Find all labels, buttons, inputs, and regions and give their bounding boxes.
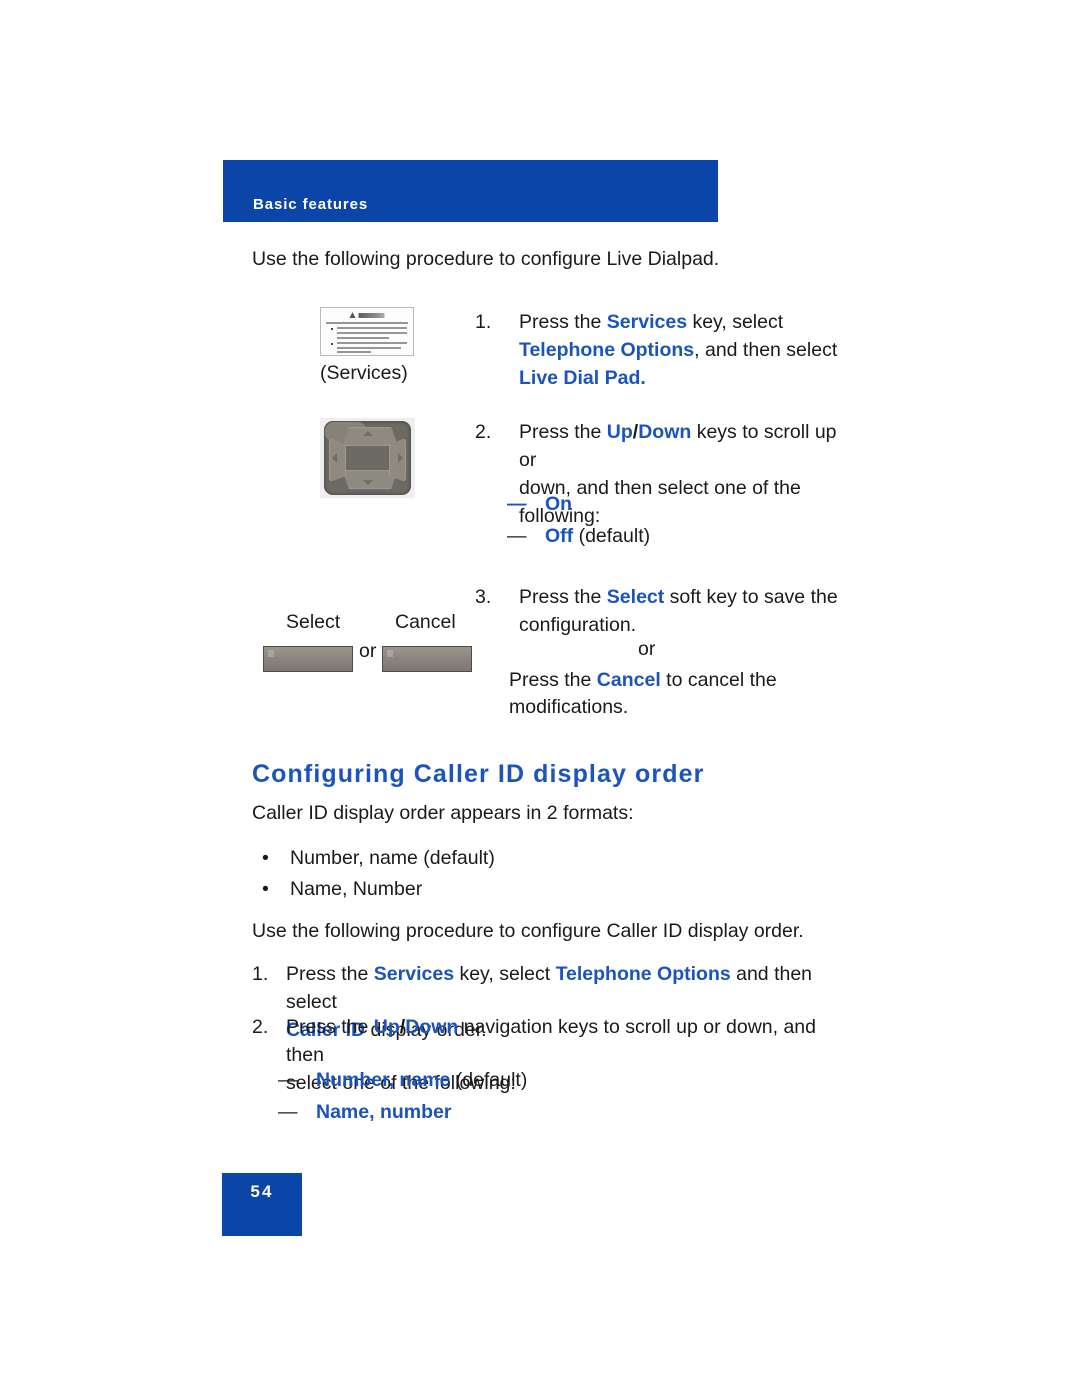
services-key-image [320, 307, 414, 356]
navigation-keys-image [320, 418, 415, 498]
left-arrow-icon [332, 453, 337, 463]
intro-paragraph: Use the following procedure to configure… [252, 248, 720, 270]
thumb-text-line [337, 332, 407, 334]
warning-icon [349, 312, 385, 318]
step-1-line2-c: , and then select [694, 339, 838, 361]
cid-s1-services-term: Services [373, 963, 455, 985]
step-2-number: 2. [475, 421, 492, 443]
cancel-softkey-label: Cancel [395, 611, 456, 633]
step-1-line1-a: Press the [519, 311, 607, 333]
step-3-text: Press the Select soft key to save the co… [519, 583, 845, 639]
caller-id-intro: Caller ID display order appears in 2 for… [252, 802, 634, 824]
step-1-telephone-options-term: Telephone Options [519, 339, 695, 361]
cid-s2-up-term: Up [373, 1016, 400, 1038]
warning-label-blur [358, 312, 385, 318]
caller-id-option-number-name: — Number, name (default) [278, 1066, 527, 1094]
page-number-box: 54 [222, 1173, 302, 1236]
caller-id-step-1-number: 1. [252, 963, 269, 985]
step-3-line4: modifications. [509, 696, 629, 718]
step-2-down-term: Down [638, 421, 692, 443]
banner-title: Basic features [253, 196, 369, 213]
cid-option-1-suffix: (default) [450, 1069, 528, 1091]
step-2-up-term: Up [606, 421, 633, 443]
section-banner: Basic features [223, 160, 718, 222]
cid-option-2-label: Name, number [316, 1101, 452, 1123]
thumb-text-line [337, 347, 401, 349]
thumb-text-line [337, 351, 371, 353]
caller-id-option-name-number: — Name, number [278, 1098, 451, 1126]
step-3-line2: configuration. [519, 614, 637, 636]
option-off-dash: — [507, 525, 527, 547]
thumb-bullet [331, 343, 333, 345]
cid-option-2-dash: — [278, 1101, 298, 1123]
down-arrow-icon [362, 480, 373, 485]
services-caption: (Services) [320, 362, 408, 384]
step-2-line1-a: Press the [519, 421, 607, 443]
step-3-line1-c: soft key to save the [664, 586, 838, 608]
step-3-line3-c: to cancel the [660, 669, 777, 691]
cid-s1-line1-c: key, select [454, 963, 556, 985]
step-3-number: 3. [475, 586, 492, 608]
up-arrow-icon [362, 431, 373, 436]
format-item-1-bullet: • [262, 847, 269, 869]
step-1-line1-c: key, select [687, 311, 784, 333]
step-1: 1. Press the Services key, select Teleph… [475, 308, 845, 392]
cid-option-1-label: Number, name [316, 1069, 451, 1091]
cancel-softkey-image [382, 646, 472, 672]
warning-triangle-icon [349, 312, 356, 318]
option-on: — On [507, 490, 572, 518]
option-on-label: On [545, 493, 573, 515]
thumb-text-line [337, 327, 407, 329]
step-1-number: 1. [475, 311, 492, 333]
thumb-bullet [331, 328, 333, 330]
cid-s2-down-term: Down [405, 1016, 459, 1038]
select-softkey-image [263, 646, 353, 672]
option-off-label: Off [545, 525, 574, 547]
step-3-cancel-text: Press the Cancel to cancel the modificat… [509, 667, 849, 721]
thumb-text-line [326, 322, 408, 324]
section-heading: Configuring Caller ID display order [252, 760, 705, 788]
right-arrow-icon [398, 453, 403, 463]
up-key-icon [342, 427, 398, 446]
page-number: 54 [250, 1182, 274, 1201]
option-off-suffix: (default) [573, 525, 651, 547]
thumb-text-line [337, 337, 389, 339]
cid-option-1-dash: — [278, 1069, 298, 1091]
format-item-2-label: Name, Number [290, 878, 423, 900]
format-item-2-bullet: • [262, 878, 269, 900]
step-3-cancel-term: Cancel [596, 669, 661, 691]
step-1-live-dial-pad-term: Live Dial Pad. [519, 367, 646, 389]
step-3-or: or [638, 638, 656, 660]
format-item-1-label: Number, name (default) [290, 847, 495, 869]
cid-s2-line1-a: Press the [286, 1016, 374, 1038]
option-on-dash: — [507, 493, 527, 515]
step-3-select-term: Select [606, 586, 665, 608]
format-item-2: • Name, Number [262, 875, 422, 903]
step-3-line3-a: Press the [509, 669, 597, 691]
step-3: 3. Press the Select soft key to save the… [475, 583, 845, 639]
step-1-services-term: Services [606, 311, 688, 333]
step-3-line1-a: Press the [519, 586, 607, 608]
softkey-or-separator: or [359, 640, 377, 662]
step-1-text: Press the Services key, select Telephone… [519, 308, 845, 392]
caller-id-procedure-intro: Use the following procedure to configure… [252, 920, 804, 942]
document-page: Basic features Use the following procedu… [0, 0, 1080, 1397]
option-off: — Off (default) [507, 522, 650, 550]
select-softkey-label: Select [286, 611, 341, 633]
format-item-1: • Number, name (default) [262, 844, 495, 872]
cid-s1-line1-a: Press the [286, 963, 374, 985]
cid-s1-telephone-options-term: Telephone Options [555, 963, 731, 985]
caller-id-step-2-number: 2. [252, 1016, 269, 1038]
thumb-text-line [337, 342, 407, 344]
navpad-body [324, 421, 411, 495]
